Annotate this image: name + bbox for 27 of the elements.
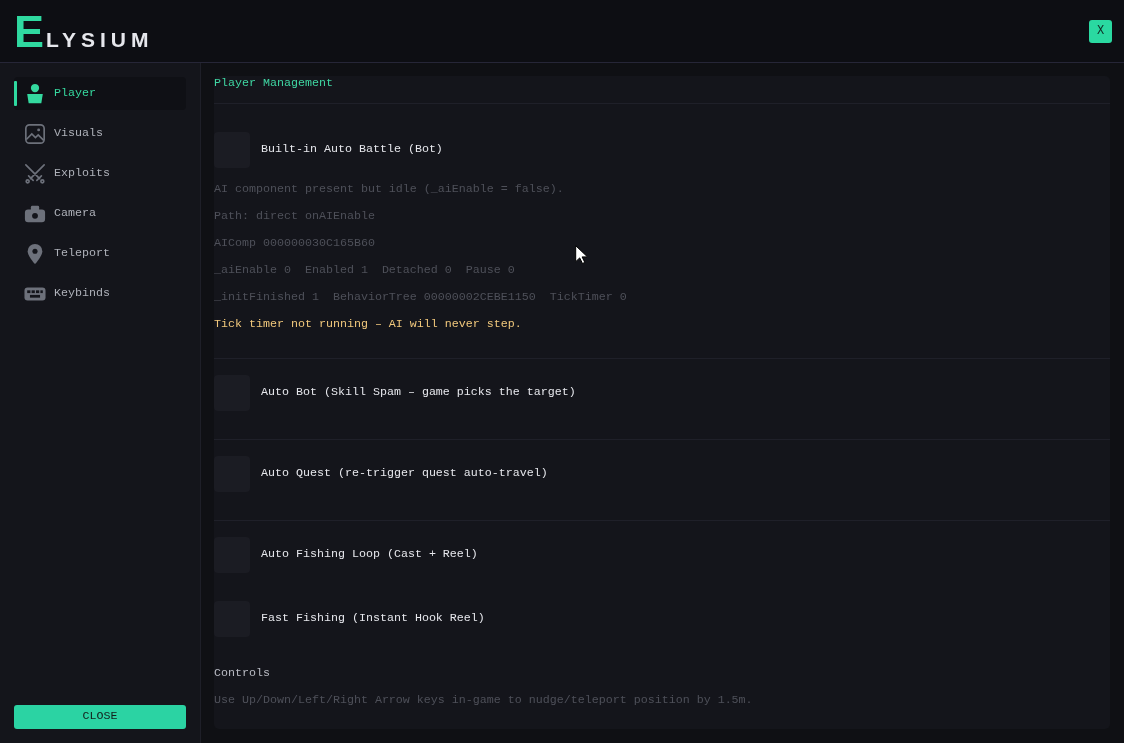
warning-text: Tick timer not running – AI will never step. <box>214 316 522 333</box>
person-icon <box>24 82 46 105</box>
toggle-label: Auto Quest (re-trigger quest auto-travel) <box>261 465 548 483</box>
toggle-label: Auto Fishing Loop (Cast + Reel) <box>261 546 478 564</box>
image-icon <box>24 122 46 145</box>
status-text: Path: direct onAIEnable <box>214 208 375 225</box>
toggle-label: Fast Fishing (Instant Hook Reel) <box>261 610 485 628</box>
close-button[interactable]: CLOSE <box>14 705 186 729</box>
status-text: _initFinished 1 BehaviorTree 00000002CEBE1150 TickTimer 0 <box>214 289 627 306</box>
sidebar-item[interactable]: Keybinds <box>14 277 186 310</box>
app-logo: ELYSIUM <box>14 8 154 54</box>
toggle-label: Built-in Auto Battle (Bot) <box>261 141 443 159</box>
mouse-cursor-icon <box>575 245 587 264</box>
hint-text: Use Up/Down/Left/Right Arrow keys in-game to nudge/teleport position by 1.5m. <box>214 692 753 708</box>
section-title: Controls <box>214 665 270 681</box>
status-text: _aiEnable 0 Enabled 1 Detached 0 Pause 0 <box>214 262 515 279</box>
crossed-swords-icon <box>24 162 46 185</box>
sidebar-item[interactable]: Player <box>14 77 186 110</box>
close-button[interactable]: X <box>1089 19 1112 43</box>
sidebar-item[interactable]: Visuals <box>14 117 186 150</box>
sidebar-item[interactable]: Exploits <box>14 157 186 190</box>
toggle-label: Auto Bot (Skill Spam – game picks the target) <box>261 384 576 402</box>
section-title: Player Management <box>214 76 333 90</box>
sidebar-item[interactable]: Camera <box>14 197 186 230</box>
sidebar-item[interactable]: Teleport <box>14 237 186 270</box>
status-text: AIComp 000000030C165B60 <box>214 235 375 252</box>
status-text: AI component present but idle (_aiEnable = false). <box>214 181 564 198</box>
